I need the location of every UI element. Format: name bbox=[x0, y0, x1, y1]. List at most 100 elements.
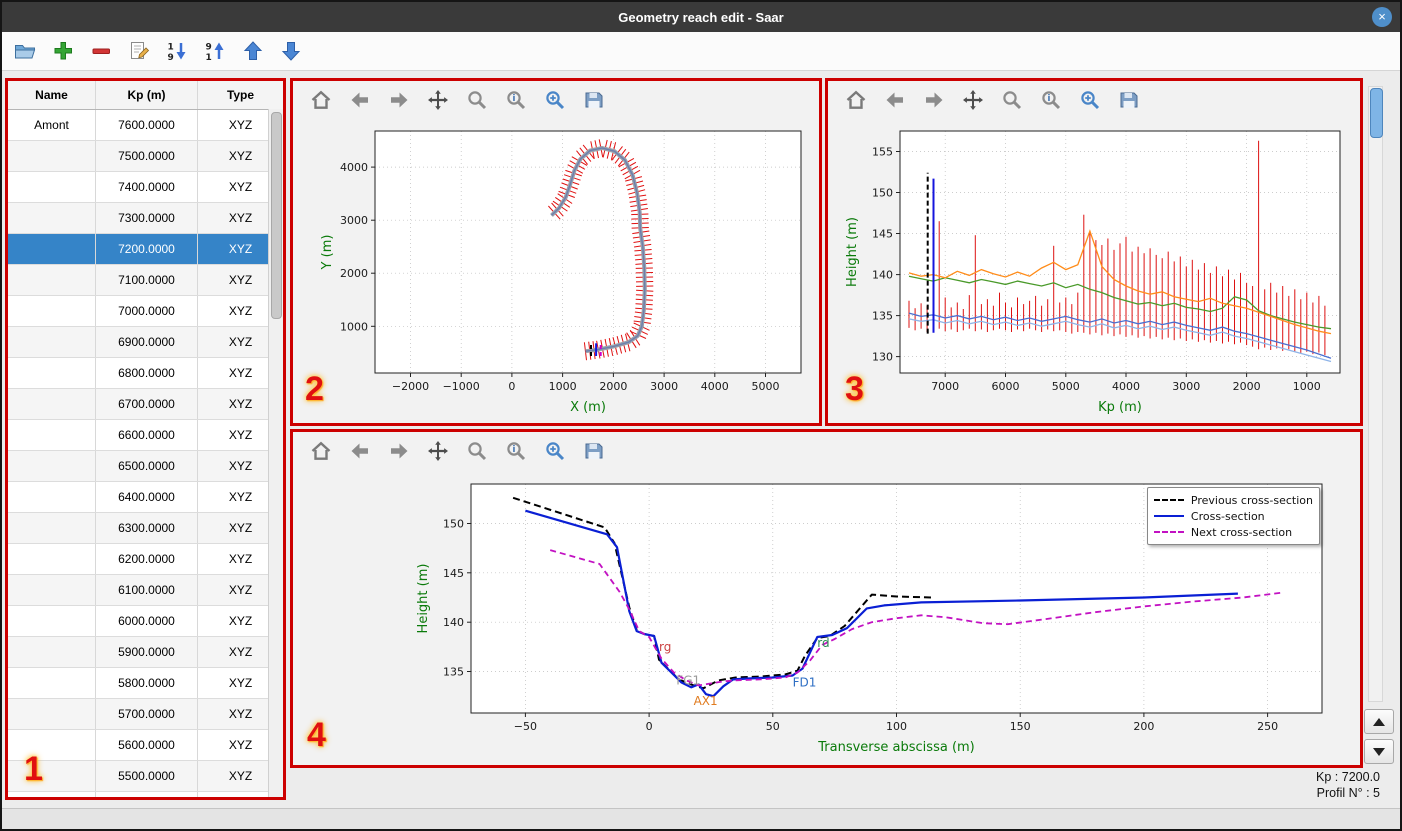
table-row[interactable]: 7000.0000 XYZ bbox=[8, 296, 283, 327]
sort-descending-button[interactable]: 91 bbox=[202, 38, 228, 64]
cell-name bbox=[8, 699, 96, 729]
annotation-4: 4 bbox=[307, 716, 326, 754]
table-row[interactable]: 6400.0000 XYZ bbox=[8, 482, 283, 513]
zoom-info-button[interactable]: i bbox=[504, 88, 528, 112]
table-row[interactable]: 5600.0000 XYZ bbox=[8, 730, 283, 761]
svg-text:Y (m): Y (m) bbox=[320, 235, 335, 271]
pan-button[interactable] bbox=[426, 439, 450, 463]
close-button[interactable]: × bbox=[1372, 7, 1392, 27]
table-row[interactable]: 7200.0000 XYZ bbox=[8, 234, 283, 265]
back-icon bbox=[351, 92, 368, 108]
table-row[interactable]: 7400.0000 XYZ bbox=[8, 172, 283, 203]
svg-text:−1000: −1000 bbox=[443, 380, 480, 393]
edit-profile-button[interactable] bbox=[126, 38, 152, 64]
save-button[interactable] bbox=[582, 88, 606, 112]
longitudinal-profile-chart[interactable]: 7000 6000 5000 4000 3000 2000 1000 130 135 140 145… bbox=[828, 119, 1360, 423]
profile-down-button[interactable] bbox=[1364, 739, 1394, 764]
header-name[interactable]: Name bbox=[8, 81, 96, 109]
header-kp[interactable]: Kp (m) bbox=[96, 81, 198, 109]
cell-name bbox=[8, 172, 96, 202]
cell-name bbox=[8, 637, 96, 667]
forward-button[interactable] bbox=[387, 88, 411, 112]
remove-profile-button[interactable] bbox=[88, 38, 114, 64]
zoom-button[interactable] bbox=[1000, 88, 1024, 112]
svg-text:Height (m): Height (m) bbox=[416, 564, 431, 634]
svg-text:1: 1 bbox=[206, 53, 212, 63]
home-button[interactable] bbox=[309, 88, 333, 112]
zoom-icon bbox=[468, 91, 487, 110]
cell-kp: 6600.0000 bbox=[96, 420, 198, 450]
zoom-plus-button[interactable] bbox=[543, 88, 567, 112]
save-button[interactable] bbox=[1117, 88, 1141, 112]
zoom-button[interactable] bbox=[465, 88, 489, 112]
move-up-button[interactable] bbox=[240, 38, 266, 64]
home-button[interactable] bbox=[309, 439, 333, 463]
table-row[interactable]: 5800.0000 XYZ bbox=[8, 668, 283, 699]
zoom-info-icon: i bbox=[507, 91, 526, 110]
table-row[interactable]: 6600.0000 XYZ bbox=[8, 420, 283, 451]
table-row[interactable]: 5700.0000 XYZ bbox=[8, 699, 283, 730]
table-row[interactable]: 7100.0000 XYZ bbox=[8, 265, 283, 296]
title-bar[interactable]: Geometry reach edit - Saar × bbox=[2, 2, 1400, 32]
svg-text:FD1: FD1 bbox=[793, 675, 817, 689]
table-row[interactable]: 5900.0000 XYZ bbox=[8, 637, 283, 668]
table-row[interactable]: 7300.0000 XYZ bbox=[8, 203, 283, 234]
open-file-icon bbox=[15, 45, 36, 59]
pan-button[interactable] bbox=[426, 88, 450, 112]
save-button[interactable] bbox=[582, 439, 606, 463]
open-file-button[interactable] bbox=[12, 38, 38, 64]
table-row[interactable]: 6500.0000 XYZ bbox=[8, 451, 283, 482]
window-scrollbar[interactable] bbox=[1368, 86, 1383, 702]
svg-text:145: 145 bbox=[443, 567, 464, 580]
move-down-button[interactable] bbox=[278, 38, 304, 64]
table-row[interactable]: 6200.0000 XYZ bbox=[8, 544, 283, 575]
table-scrollbar-thumb[interactable] bbox=[271, 112, 282, 319]
window-scrollbar-thumb[interactable] bbox=[1370, 88, 1383, 138]
cell-name bbox=[8, 141, 96, 171]
cell-kp: 6200.0000 bbox=[96, 544, 198, 574]
svg-text:2000: 2000 bbox=[1233, 380, 1261, 393]
forward-button[interactable] bbox=[387, 439, 411, 463]
plan-chart[interactable]: −2000 −1000 0 1000 2000 3000 4000 5000 1000 2000 3… bbox=[293, 119, 819, 423]
profile-up-button[interactable] bbox=[1364, 709, 1394, 734]
svg-text:9: 9 bbox=[168, 53, 174, 63]
sort-ascending-button[interactable]: 19 bbox=[164, 38, 190, 64]
zoom-info-button[interactable]: i bbox=[1039, 88, 1063, 112]
svg-text:2000: 2000 bbox=[599, 380, 627, 393]
table-row[interactable]: 6700.0000 XYZ bbox=[8, 389, 283, 420]
table-row[interactable]: 5400.0000XYZ bbox=[8, 792, 283, 797]
table-row[interactable]: 6300.0000 XYZ bbox=[8, 513, 283, 544]
add-profile-button[interactable] bbox=[50, 38, 76, 64]
table-row[interactable]: 6100.0000 XYZ bbox=[8, 575, 283, 606]
zoom-plus-icon bbox=[546, 442, 565, 461]
header-type[interactable]: Type bbox=[198, 81, 283, 109]
svg-text:1000: 1000 bbox=[1293, 380, 1321, 393]
zoom-info-icon: i bbox=[1042, 91, 1061, 110]
table-row[interactable]: Amont 7600.0000 XYZ bbox=[8, 110, 283, 141]
table-row[interactable]: 6900.0000 XYZ bbox=[8, 327, 283, 358]
cell-name bbox=[8, 668, 96, 698]
table-row[interactable]: 5500.0000 XYZ bbox=[8, 761, 283, 792]
back-button[interactable] bbox=[348, 88, 372, 112]
pan-button[interactable] bbox=[961, 88, 985, 112]
table-row[interactable]: 6000.0000 XYZ bbox=[8, 606, 283, 637]
forward-button[interactable] bbox=[922, 88, 946, 112]
svg-text:i: i bbox=[513, 94, 516, 104]
cell-kp: 7500.0000 bbox=[96, 141, 198, 171]
cross-section-toolbar: i bbox=[293, 432, 1360, 470]
move-up-icon bbox=[243, 41, 263, 60]
table-row[interactable]: 7500.0000 XYZ bbox=[8, 141, 283, 172]
plan-view-panel: i −2000 −1000 0 1000 2000 3000 4000 5000 1000 200… bbox=[290, 78, 822, 426]
save-icon bbox=[1120, 92, 1138, 108]
cell-name bbox=[8, 265, 96, 295]
zoom-button[interactable] bbox=[465, 439, 489, 463]
app-window: Geometry reach edit - Saar × 1991 Name K… bbox=[0, 0, 1402, 831]
zoom-plus-button[interactable] bbox=[543, 439, 567, 463]
back-button[interactable] bbox=[348, 439, 372, 463]
zoom-plus-button[interactable] bbox=[1078, 88, 1102, 112]
table-scrollbar[interactable] bbox=[268, 109, 283, 797]
table-row[interactable]: 6800.0000 XYZ bbox=[8, 358, 283, 389]
back-button[interactable] bbox=[883, 88, 907, 112]
zoom-info-button[interactable]: i bbox=[504, 439, 528, 463]
home-button[interactable] bbox=[844, 88, 868, 112]
